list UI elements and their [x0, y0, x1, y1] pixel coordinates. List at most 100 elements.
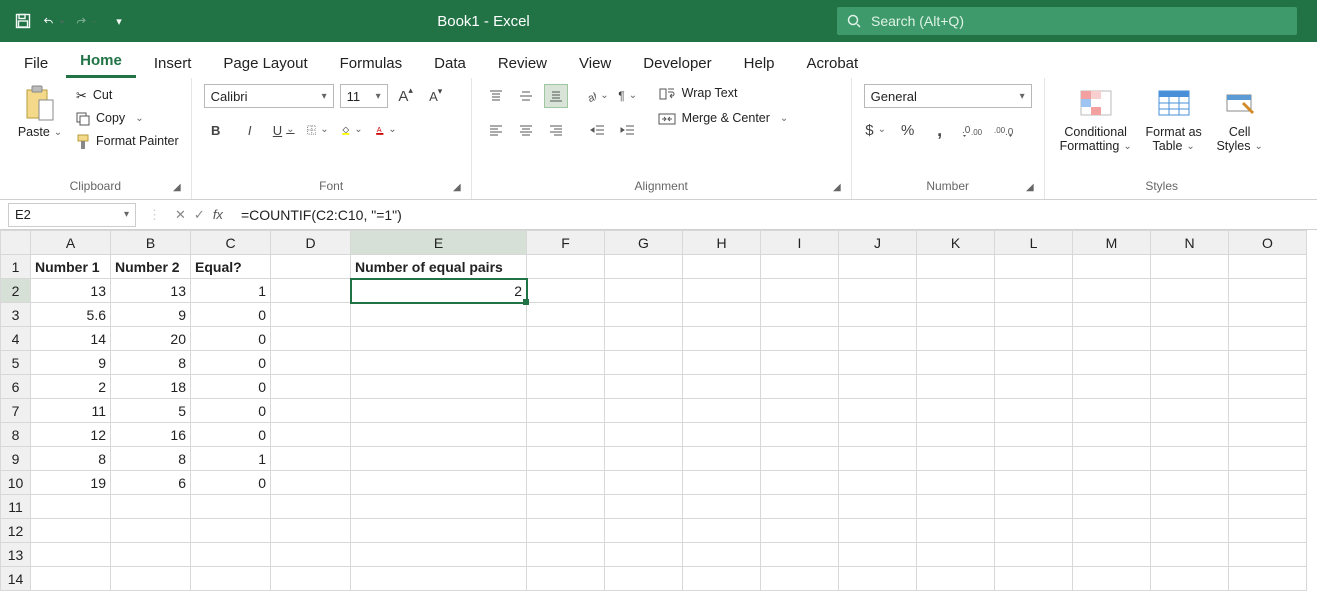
- cell-B7[interactable]: 5: [111, 399, 191, 423]
- cell-O10[interactable]: [1229, 471, 1307, 495]
- col-header-J[interactable]: J: [839, 231, 917, 255]
- cell-I7[interactable]: [761, 399, 839, 423]
- cell-C14[interactable]: [191, 567, 271, 591]
- col-header-G[interactable]: G: [605, 231, 683, 255]
- row-header-9[interactable]: 9: [1, 447, 31, 471]
- tab-file[interactable]: File: [10, 47, 62, 78]
- cell-H2[interactable]: [683, 279, 761, 303]
- cell-F2[interactable]: [527, 279, 605, 303]
- cell-N13[interactable]: [1151, 543, 1229, 567]
- select-all-corner[interactable]: [1, 231, 31, 255]
- cell-O8[interactable]: [1229, 423, 1307, 447]
- cell-I12[interactable]: [761, 519, 839, 543]
- cell-G4[interactable]: [605, 327, 683, 351]
- cell-M7[interactable]: [1073, 399, 1151, 423]
- increase-decimal-icon[interactable]: .0.00: [960, 118, 984, 142]
- cell-D14[interactable]: [271, 567, 351, 591]
- cell-J8[interactable]: [839, 423, 917, 447]
- cell-E11[interactable]: [351, 495, 527, 519]
- qat-customize-icon[interactable]: ▾: [108, 10, 130, 32]
- cell-L3[interactable]: [995, 303, 1073, 327]
- cell-E9[interactable]: [351, 447, 527, 471]
- cell-A6[interactable]: 2: [31, 375, 111, 399]
- cell-G5[interactable]: [605, 351, 683, 375]
- cell-A13[interactable]: [31, 543, 111, 567]
- cell-H9[interactable]: [683, 447, 761, 471]
- accounting-format-button[interactable]: $: [864, 118, 888, 142]
- cell-O6[interactable]: [1229, 375, 1307, 399]
- cell-J2[interactable]: [839, 279, 917, 303]
- cell-B14[interactable]: [111, 567, 191, 591]
- search-box[interactable]: [837, 7, 1297, 35]
- cell-E13[interactable]: [351, 543, 527, 567]
- col-header-M[interactable]: M: [1073, 231, 1151, 255]
- cell-G13[interactable]: [605, 543, 683, 567]
- cell-H8[interactable]: [683, 423, 761, 447]
- cell-N6[interactable]: [1151, 375, 1229, 399]
- cell-C7[interactable]: 0: [191, 399, 271, 423]
- cell-B13[interactable]: [111, 543, 191, 567]
- cell-C6[interactable]: 0: [191, 375, 271, 399]
- cell-F7[interactable]: [527, 399, 605, 423]
- search-input[interactable]: [871, 13, 1287, 29]
- cell-E4[interactable]: [351, 327, 527, 351]
- cell-I10[interactable]: [761, 471, 839, 495]
- cell-F6[interactable]: [527, 375, 605, 399]
- cell-K12[interactable]: [917, 519, 995, 543]
- italic-button[interactable]: I: [238, 118, 262, 142]
- cell-E3[interactable]: [351, 303, 527, 327]
- format-painter-button[interactable]: Format Painter: [76, 134, 179, 150]
- row-header-7[interactable]: 7: [1, 399, 31, 423]
- cell-L14[interactable]: [995, 567, 1073, 591]
- cell-M14[interactable]: [1073, 567, 1151, 591]
- cell-I8[interactable]: [761, 423, 839, 447]
- cell-D11[interactable]: [271, 495, 351, 519]
- cell-B9[interactable]: 8: [111, 447, 191, 471]
- col-header-C[interactable]: C: [191, 231, 271, 255]
- cell-C12[interactable]: [191, 519, 271, 543]
- cell-M10[interactable]: [1073, 471, 1151, 495]
- cell-O9[interactable]: [1229, 447, 1307, 471]
- cell-K1[interactable]: [917, 255, 995, 279]
- cut-button[interactable]: ✂Cut: [76, 88, 179, 104]
- orientation-button[interactable]: ab: [586, 84, 610, 108]
- col-header-H[interactable]: H: [683, 231, 761, 255]
- col-header-I[interactable]: I: [761, 231, 839, 255]
- cell-O1[interactable]: [1229, 255, 1307, 279]
- cell-I5[interactable]: [761, 351, 839, 375]
- cell-K5[interactable]: [917, 351, 995, 375]
- cell-O11[interactable]: [1229, 495, 1307, 519]
- col-header-O[interactable]: O: [1229, 231, 1307, 255]
- cell-G7[interactable]: [605, 399, 683, 423]
- cell-D13[interactable]: [271, 543, 351, 567]
- cell-L12[interactable]: [995, 519, 1073, 543]
- cell-J5[interactable]: [839, 351, 917, 375]
- cell-M3[interactable]: [1073, 303, 1151, 327]
- cell-F11[interactable]: [527, 495, 605, 519]
- cell-J13[interactable]: [839, 543, 917, 567]
- cell-A12[interactable]: [31, 519, 111, 543]
- cell-B2[interactable]: 13: [111, 279, 191, 303]
- cell-D3[interactable]: [271, 303, 351, 327]
- cell-A7[interactable]: 11: [31, 399, 111, 423]
- cell-B1[interactable]: Number 2: [111, 255, 191, 279]
- cell-J9[interactable]: [839, 447, 917, 471]
- cell-F9[interactable]: [527, 447, 605, 471]
- fill-color-button[interactable]: [340, 118, 364, 142]
- cell-O3[interactable]: [1229, 303, 1307, 327]
- tab-page-layout[interactable]: Page Layout: [209, 47, 321, 78]
- cell-L13[interactable]: [995, 543, 1073, 567]
- cell-E6[interactable]: [351, 375, 527, 399]
- dialog-launcher-icon[interactable]: ◢: [1026, 182, 1034, 193]
- cell-J4[interactable]: [839, 327, 917, 351]
- cell-C13[interactable]: [191, 543, 271, 567]
- cell-E7[interactable]: [351, 399, 527, 423]
- align-middle-icon[interactable]: [514, 84, 538, 108]
- cell-H14[interactable]: [683, 567, 761, 591]
- cell-B11[interactable]: [111, 495, 191, 519]
- cell-O4[interactable]: [1229, 327, 1307, 351]
- row-header-1[interactable]: 1: [1, 255, 31, 279]
- cell-A4[interactable]: 14: [31, 327, 111, 351]
- dialog-launcher-icon[interactable]: ◢: [173, 182, 181, 193]
- cell-M8[interactable]: [1073, 423, 1151, 447]
